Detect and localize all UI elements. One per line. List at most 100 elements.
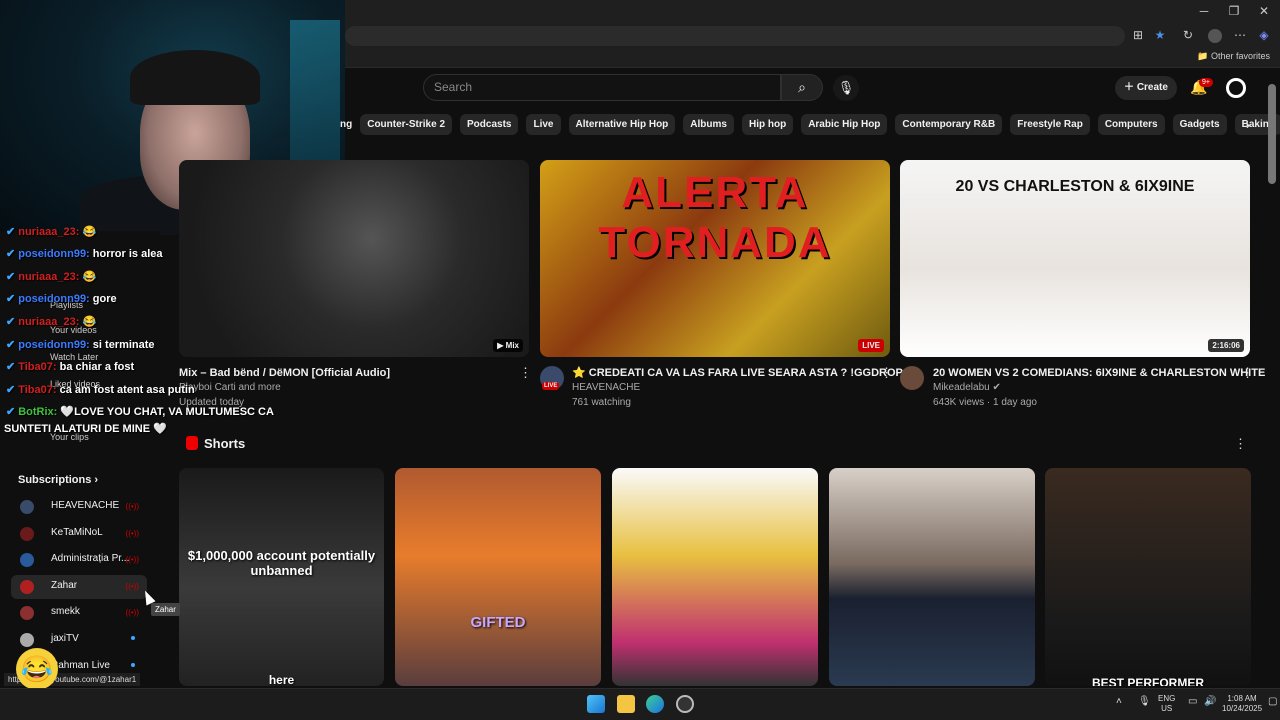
file-explorer-icon[interactable]	[617, 695, 635, 713]
minimize-button[interactable]: ─	[1194, 4, 1214, 18]
page-scrollbar[interactable]	[1268, 84, 1276, 184]
chip-10[interactable]: Computers	[1097, 114, 1165, 135]
channel-avatar-3[interactable]	[900, 366, 924, 390]
favorite-star-icon[interactable]: ★	[1152, 28, 1168, 42]
video-title-3[interactable]: 20 WOMEN VS 2 COMEDIANS: 6IX9INE & CHARL…	[933, 366, 1265, 380]
more-vert-icon[interactable]: ⋮	[1241, 365, 1254, 381]
video-thumbnail-3[interactable]: 20 VS CHARLESTON & 6IX9INE 2:16:06	[900, 160, 1250, 357]
chip-11[interactable]: Gadgets	[1172, 114, 1227, 135]
windows-start-icon[interactable]	[587, 695, 605, 713]
voice-search-button[interactable]: 🎙	[833, 75, 859, 101]
chat-message: ✔ BotRix: 🤍LOVE YOU CHAT, VA MULTUMESC CA	[6, 405, 274, 418]
short-2[interactable]: GIFTED	[395, 468, 601, 686]
chip-0[interactable]: ng	[340, 114, 352, 135]
webcam-cap	[130, 50, 260, 105]
subscription-name: jaxiTV	[51, 633, 79, 644]
video-title-2[interactable]: ⭐ CREDEATI CA VA LAS FARA LIVE SEARA AST…	[572, 366, 903, 380]
profile-icon[interactable]	[1208, 29, 1222, 43]
live-badge: LIVE	[858, 339, 884, 352]
subscription-item[interactable]: HEAVENACHE ((•))	[11, 495, 147, 519]
verified-icon: ✔	[992, 382, 1001, 393]
short-subcaption: here	[268, 673, 295, 686]
video-thumbnail-1[interactable]: ▶ Mix	[179, 160, 529, 357]
search-button[interactable]: ⌕	[781, 74, 823, 101]
chat-badge-icon: ✔	[6, 293, 16, 305]
video-channel-2[interactable]: HEAVENACHE	[572, 381, 640, 395]
create-label: Create	[1136, 82, 1168, 93]
volume-icon[interactable]: 🔊	[1204, 697, 1216, 707]
video-title-1[interactable]: Mix – Bad bënd / DëMON [Official Audio]	[179, 366, 390, 380]
copilot-icon[interactable]: ◈	[1256, 28, 1272, 42]
app-grid-icon[interactable]: ⊞	[1130, 28, 1146, 42]
language-code: ENG	[1158, 694, 1176, 703]
chip-3[interactable]: Live	[526, 114, 561, 135]
new-content-dot	[131, 662, 135, 667]
mix-badge-label: Mix	[505, 341, 519, 350]
chat-text: ca am fost atent asa putin	[59, 384, 195, 396]
clock-date: 10/24/2025	[1222, 704, 1263, 713]
channel-name: Mikeadelabu	[933, 382, 990, 393]
more-vert-icon[interactable]: ⋮	[519, 365, 532, 381]
chip-8[interactable]: Contemporary R&B	[895, 114, 1003, 135]
chip-7[interactable]: Arabic Hip Hop	[801, 114, 888, 135]
chat-message: ✔ Tiba07: ba chiar a fost	[6, 360, 134, 373]
chat-text: SUNTETI ALATURI DE MINE 🤍	[4, 423, 167, 435]
subscriptions-label: Subscriptions	[18, 474, 92, 486]
restore-button[interactable]: ❐	[1224, 4, 1244, 18]
chip-9[interactable]: Freestyle Rap	[1010, 114, 1090, 135]
subscriptions-heading[interactable]: Subscriptions ›	[18, 474, 98, 486]
short-4[interactable]	[829, 468, 1035, 686]
subscription-item[interactable]: Administrația Pr... ((•))	[11, 548, 147, 572]
chat-badge-icon: ✔	[6, 271, 16, 283]
more-vert-icon[interactable]: ⋮	[1234, 436, 1247, 452]
chip-1[interactable]: Counter-Strike 2	[360, 114, 453, 135]
subscription-name: Administrația Pr...	[51, 553, 130, 565]
tray-chevron-icon[interactable]: ˄	[1116, 697, 1122, 707]
short-5[interactable]: BEST PERFORMER	[1045, 468, 1251, 686]
edge-browser-icon[interactable]	[646, 695, 664, 713]
chat-text: 😂	[82, 226, 97, 238]
category-chips: ng Counter-Strike 2 Podcasts Live Alternativ…	[340, 114, 1280, 136]
more-menu-icon[interactable]: ⋯	[1232, 28, 1248, 42]
chip-2[interactable]: Podcasts	[460, 114, 519, 135]
avatar-live-badge: LIVE	[542, 382, 560, 390]
chat-message: ✔ poseidonn99: gore	[6, 292, 117, 305]
subscription-name: HEAVENACHE	[51, 500, 120, 511]
notifications-tray-icon[interactable]: ▢	[1268, 697, 1277, 707]
chat-badge-icon: ✔	[6, 384, 16, 396]
account-avatar[interactable]	[1226, 78, 1246, 98]
shorts-label: Shorts	[204, 436, 246, 451]
network-icon[interactable]: ▭	[1188, 697, 1197, 707]
chat-message: ✔ nuriaaa_23: 😂	[6, 270, 96, 283]
clock[interactable]: 1:08 AM 10/24/2025	[1222, 694, 1262, 714]
favorites-bar	[345, 48, 1280, 68]
more-vert-icon[interactable]: ⋮	[880, 365, 893, 381]
subscription-item[interactable]: KeTaMiNoL ((•))	[11, 522, 147, 546]
language-indicator[interactable]: ENG US	[1158, 694, 1175, 714]
subscription-item[interactable]: smekk ((•))	[11, 601, 147, 625]
search-input[interactable]: Search	[423, 74, 781, 101]
subscription-name: Rahman Live	[51, 659, 110, 671]
chevron-right-icon[interactable]: ›	[1237, 114, 1259, 136]
shorts-heading: Shorts	[186, 436, 245, 451]
video-channel-3[interactable]: Mikeadelabu ✔	[933, 381, 1001, 395]
chat-message: ✔ poseidonn99: si terminate	[6, 338, 155, 351]
chip-5[interactable]: Albums	[683, 114, 734, 135]
address-bar[interactable]	[345, 26, 1125, 46]
extensions-icon[interactable]: ↻	[1180, 28, 1196, 42]
mix-badge: ▶ Mix	[493, 339, 523, 352]
channel-avatar	[20, 579, 34, 594]
app-icon[interactable]	[676, 695, 694, 713]
other-favorites[interactable]: 📁 Other favorites	[1197, 51, 1270, 62]
chip-4[interactable]: Alternative Hip Hop	[568, 114, 676, 135]
subscription-item[interactable]: Zahar ((•))	[11, 574, 147, 599]
short-3[interactable]	[612, 468, 818, 686]
chat-username: Tiba07:	[18, 384, 57, 396]
short-1[interactable]: $1,000,000 account potentially unbanned …	[179, 468, 384, 686]
create-button[interactable]: ＋ Create	[1115, 76, 1177, 100]
close-button[interactable]: ✕	[1254, 4, 1274, 18]
microphone-tray-icon[interactable]: 🎙	[1138, 697, 1151, 707]
chip-6[interactable]: Hip hop	[741, 114, 794, 135]
video-thumbnail-2[interactable]: ALERTA TORNADA LIVE	[540, 160, 890, 357]
channel-avatar	[20, 606, 34, 621]
